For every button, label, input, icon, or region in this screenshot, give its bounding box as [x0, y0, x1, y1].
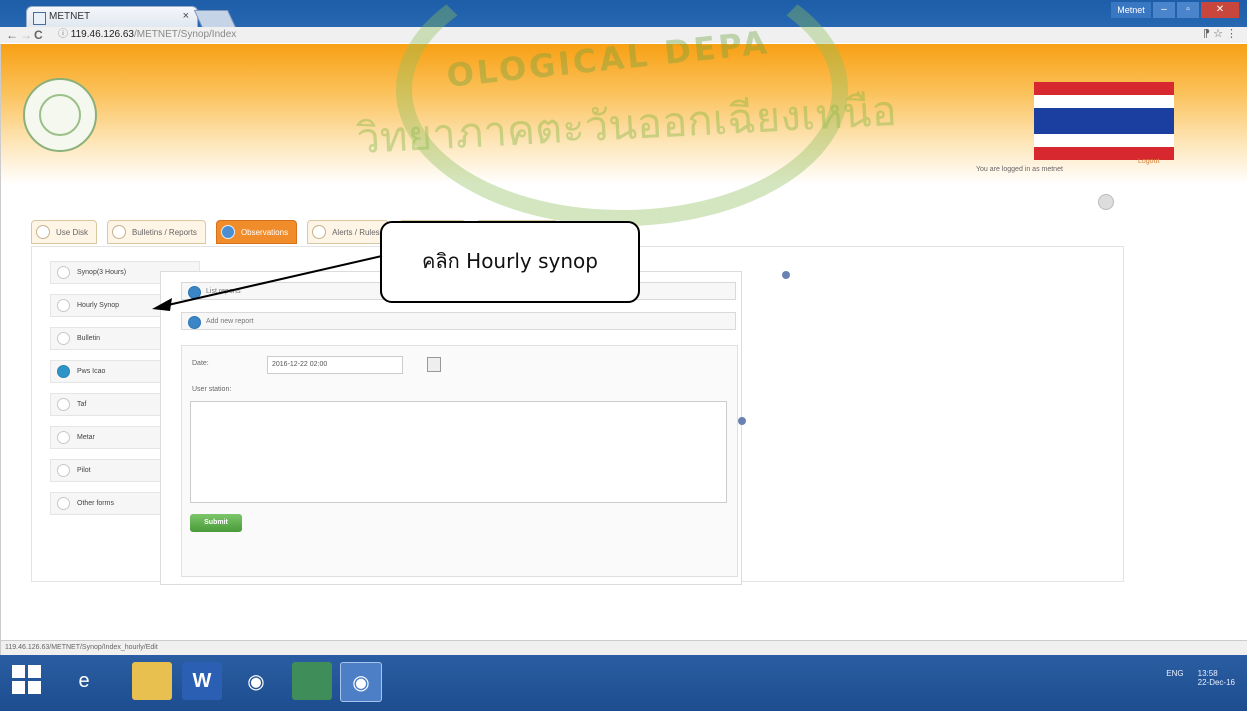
start-button[interactable] — [12, 665, 42, 695]
status-bar: 119.46.126.63/METNET/Synop/Index_hourly/… — [1, 640, 1247, 655]
system-tray: ENG 13:58 22-Dec-16 — [1166, 669, 1235, 687]
window-controls: Metnet – ▫ ✕ — [1111, 2, 1239, 20]
forward-button[interactable]: → — [20, 28, 32, 42]
watermark-bottom-text: วิทยาภาคตะวันออกเฉียงเหนือ — [355, 85, 898, 164]
radio-icon — [57, 365, 70, 378]
expand-icon — [188, 286, 201, 299]
tab-bulletins-reports[interactable]: Bulletins / Reports — [107, 220, 206, 244]
flag-stripe-red — [1034, 82, 1174, 95]
radio-icon — [57, 299, 70, 312]
add-report-label: Add new report — [206, 318, 254, 325]
info-icon[interactable] — [782, 271, 790, 279]
logged-in-text: You are logged in as metnet — [976, 166, 1063, 173]
user-avatar[interactable] — [1098, 194, 1114, 210]
tab-icon — [220, 225, 235, 239]
browser-toolbar: ← → C ⓘ 119.46.126.63/METNET/Synop/Index… — [0, 27, 1247, 43]
tray-clock[interactable]: 13:58 22-Dec-16 — [1198, 669, 1235, 687]
side-item-label: Hourly Synop — [77, 302, 120, 309]
side-item-label: Synop(3 Hours) — [77, 269, 127, 276]
side-item-label: Pilot — [77, 467, 91, 474]
date-input[interactable]: 2016-12-22 02:00 — [267, 356, 403, 374]
word-icon[interactable]: W — [182, 662, 222, 700]
tab-label: Bulletins / Reports — [132, 227, 197, 237]
side-item-label: Bulletin — [77, 335, 100, 342]
instruction-callout: คลิก Hourly synop — [380, 221, 640, 303]
report-form: Date: 2016-12-22 02:00 User station: Sub… — [181, 345, 738, 577]
address-bar[interactable]: ⓘ 119.46.126.63/METNET/Synop/Index — [58, 27, 1158, 43]
site-header: OLOGICAL DEPA วิทยาภาคตะวันออกเฉียงเหนือ… — [1, 0, 1247, 226]
app-icon[interactable] — [292, 662, 332, 700]
thailand-flag — [1034, 82, 1174, 160]
date-label: Date: — [192, 360, 209, 367]
tab-icon — [112, 225, 127, 239]
web-page: OLOGICAL DEPA วิทยาภาคตะวันออกเฉียงเหนือ… — [0, 0, 1247, 658]
radio-icon — [57, 398, 70, 411]
tab-title: METNET — [49, 11, 91, 22]
profile-button[interactable]: Metnet — [1111, 2, 1151, 18]
tray-time: 13:58 — [1197, 669, 1218, 678]
help-icon[interactable] — [738, 417, 746, 425]
expand-icon — [188, 316, 201, 329]
site-info-icon[interactable]: ⓘ — [58, 29, 68, 40]
tab-observations[interactable]: Observations — [215, 220, 298, 244]
submit-button[interactable]: Submit — [190, 514, 242, 532]
back-button[interactable]: ← — [6, 28, 18, 42]
radio-icon — [57, 266, 70, 279]
tab-icon — [36, 225, 50, 239]
address-domain: 119.46.126.63 — [70, 29, 134, 40]
side-item-label: Metar — [77, 434, 95, 441]
toolbar-icons[interactable]: ⁋ ☆ ⋮ — [1203, 27, 1237, 40]
chrome-icon[interactable]: ◉ — [236, 662, 276, 700]
maximize-button[interactable]: ▫ — [1177, 2, 1199, 18]
tab-icon — [312, 225, 327, 239]
taskbar: e W ◉ ◉ ENG 13:58 22-Dec-16 — [0, 655, 1247, 711]
add-report-header[interactable]: Add new report — [181, 312, 736, 330]
flag-stripe-white — [1034, 134, 1174, 147]
user-station-label: User station: — [192, 386, 232, 393]
radio-icon — [57, 464, 70, 477]
new-tab-button[interactable] — [193, 10, 237, 28]
radio-icon — [57, 497, 70, 510]
file-explorer-icon[interactable] — [132, 662, 172, 700]
page-icon — [33, 12, 46, 25]
tray-lang[interactable]: ENG — [1166, 669, 1183, 687]
close-tab-icon[interactable]: × — [183, 10, 189, 22]
side-item-label: Other forms — [77, 500, 114, 507]
minimize-button[interactable]: – — [1153, 2, 1175, 18]
user-station-textarea[interactable] — [190, 401, 727, 503]
side-item-label: Pws Icao — [77, 368, 106, 375]
tab-label: Alerts / Rules — [332, 227, 380, 237]
watermark: OLOGICAL DEPA วิทยาภาคตะวันออกเฉียงเหนือ — [276, 0, 946, 234]
logout-link[interactable]: Logout — [1138, 158, 1159, 165]
report-panel: List reports Add new report Date: 2016-1… — [160, 271, 742, 585]
ie-icon[interactable]: e — [64, 662, 104, 700]
tab-label: Observations — [240, 227, 289, 237]
tab-use-disk[interactable]: Use Disk — [31, 220, 98, 244]
callout-text: คลิก Hourly synop — [422, 249, 598, 273]
reload-button[interactable]: C — [34, 28, 43, 42]
right-panel — [762, 257, 1112, 577]
radio-icon — [57, 431, 70, 444]
flag-stripe-white — [1034, 95, 1174, 108]
flag-stripe-blue — [1034, 108, 1174, 134]
side-item-label: Taf — [77, 401, 87, 408]
close-window-button[interactable]: ✕ — [1201, 2, 1239, 18]
browser-tab[interactable]: METNET × — [26, 6, 198, 29]
department-logo — [23, 78, 97, 152]
chrome-active-icon[interactable]: ◉ — [340, 662, 382, 702]
calendar-icon[interactable] — [427, 357, 441, 372]
list-reports-label: List reports — [206, 288, 241, 295]
tray-date: 22-Dec-16 — [1197, 678, 1235, 687]
radio-icon — [57, 332, 70, 345]
tab-label: Use Disk — [56, 227, 89, 237]
tab-alerts-rules[interactable]: Alerts / Rules — [307, 220, 389, 244]
logo-emblem — [39, 94, 81, 136]
address-path: /METNET/Synop/Index — [134, 29, 237, 40]
